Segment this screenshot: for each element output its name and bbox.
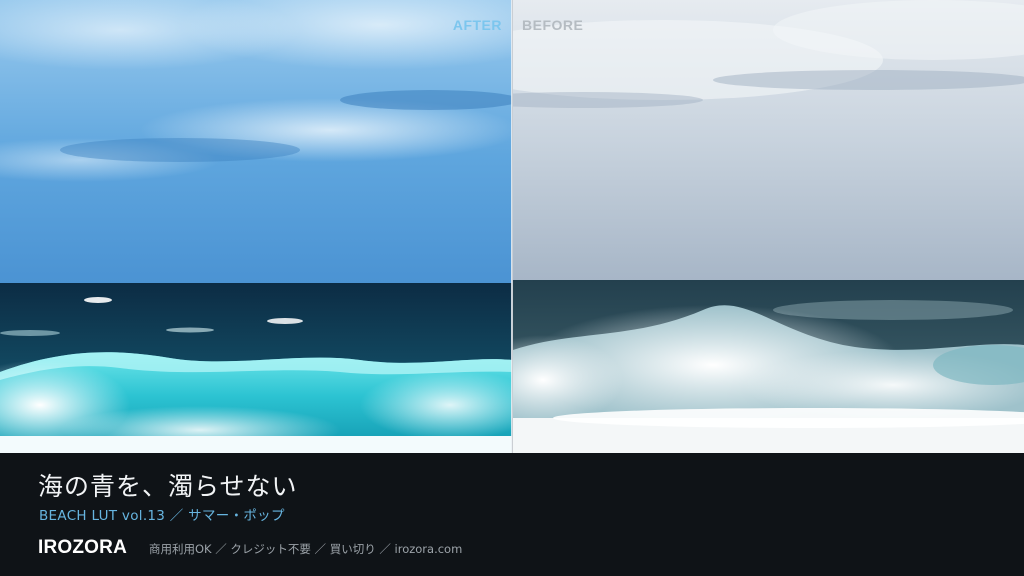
license-terms: 商用利用OK ／ クレジット不要 ／ 買い切り ／ irozora.com [149,542,463,556]
before-photo-art [513,0,1024,453]
comparison-divider [511,0,513,453]
after-label: AFTER [452,17,502,33]
headline: 海の青を、濁らせない [38,472,298,501]
before-photo [513,0,1024,453]
after-photo [0,0,512,453]
after-photo-art [0,0,512,453]
product-subtitle: BEACH LUT vol.13 ／ サマー・ポップ [39,508,285,524]
brand-name: IROZORA [38,537,128,558]
before-label: BEFORE [522,17,584,33]
comparison-image: AFTER BEFORE [0,0,1024,453]
caption-panel: 海の青を、濁らせない BEACH LUT vol.13 ／ サマー・ポップ IR… [0,453,1024,576]
